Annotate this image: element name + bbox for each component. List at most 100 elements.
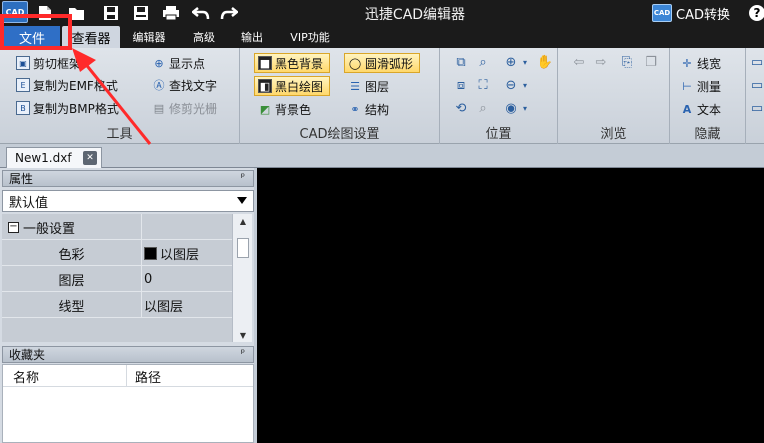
bw-drawing-toggle[interactable]: ◧ 黑白绘图 [254, 76, 331, 96]
column-path[interactable]: 路径 [129, 365, 249, 387]
drawing-canvas[interactable] [257, 168, 764, 443]
property-value[interactable]: 以图层 [142, 240, 232, 266]
property-value-text: 以图层 [160, 247, 200, 263]
scroll-down-icon[interactable]: ▼ [233, 328, 253, 342]
emf-icon: E [16, 78, 30, 92]
trim-raster-button[interactable]: ▤ 修剪光栅 [152, 98, 217, 118]
black-background-icon: ■ [258, 56, 272, 70]
black-background-toggle[interactable]: ■ 黑色背景 [254, 53, 331, 73]
scroll-thumb[interactable] [237, 238, 249, 258]
layers-button[interactable]: ☰ 图层 [348, 76, 389, 96]
property-row-color[interactable]: 色彩 以图层 [2, 240, 232, 266]
ribbon-group-hide: ✛ 线宽 ⊢ 测量 A 文本 隐藏 [670, 48, 746, 144]
property-section-row[interactable]: − 一般设置 [2, 214, 232, 240]
help-button[interactable]: ? [749, 5, 764, 21]
save-as-icon[interactable] [130, 2, 152, 24]
text-button[interactable]: A 文本 [680, 99, 721, 119]
overflow-icon-2[interactable]: ▭ [748, 76, 764, 94]
favorites-title: 收藏夹 [9, 348, 46, 362]
favorites-list[interactable]: 名称 路径 [2, 364, 254, 443]
background-color-label: 背景色 [275, 102, 312, 117]
black-background-label: 黑色背景 [275, 56, 324, 71]
property-value[interactable]: 以图层 [142, 292, 232, 318]
group-label-position: 位置 [485, 127, 512, 142]
property-label: 图层 [2, 266, 142, 292]
zoom-out-dropdown-icon[interactable]: ▾ [516, 76, 534, 94]
property-section-cell: − 一般设置 [2, 214, 142, 240]
undo-icon[interactable] [190, 2, 212, 24]
properties-dropdown[interactable]: 默认值 [2, 190, 254, 212]
structure-button[interactable]: ⚭ 结构 [348, 99, 389, 119]
property-value[interactable]: 0 [142, 266, 232, 292]
find-text-button[interactable]: Ⓐ 查找文字 [152, 75, 218, 95]
zoom-extents-icon[interactable]: ⛶ [474, 76, 492, 94]
measure-icon: ⊢ [682, 79, 692, 93]
find-text-icon: Ⓐ [153, 79, 165, 92]
show-point-button[interactable]: ⊕ 显示点 [152, 53, 205, 73]
overflow-icon-1[interactable]: ▭ [748, 53, 764, 71]
property-row-layer[interactable]: 图层 0 [2, 266, 232, 292]
crosshair-icon: ⊕ [154, 56, 164, 70]
pan-window-icon[interactable]: ⧉ [452, 53, 470, 71]
rotate-icon[interactable]: ⟲ [452, 99, 470, 117]
smooth-arc-toggle[interactable]: ◯ 圆滑弧形 [344, 53, 421, 73]
zoom-previous-icon[interactable]: ⌕ [474, 99, 492, 117]
overflow-icon-3[interactable]: ▭ [748, 99, 764, 117]
print-icon[interactable] [160, 2, 182, 24]
zoom-window-icon[interactable]: ⌕ [474, 53, 492, 71]
find-text-label: 查找文字 [169, 78, 218, 93]
redo-icon[interactable] [218, 2, 240, 24]
tab-output[interactable]: 输出 [232, 26, 272, 48]
pin-icon[interactable]: ᵖ [241, 172, 245, 183]
copy-bmp-label: 复制为BMP格式 [33, 101, 119, 116]
document-tab[interactable]: New1.dxf ✕ [6, 147, 102, 168]
app-window: CAD 迅捷CAD编辑器 CAD CAD转换 ? 文件 查看器 编辑器 高级 输… [0, 0, 764, 443]
cad-badge-icon: CAD [652, 4, 672, 22]
tab-vip[interactable]: VIP功能 [280, 26, 340, 48]
measure-button[interactable]: ⊢ 测量 [680, 76, 721, 96]
fit-icon[interactable]: ⧈ [452, 76, 470, 94]
property-grid: − 一般设置 色彩 以图层 图层 0 线型 以图层 [2, 214, 232, 342]
window-title: 迅捷CAD编辑器 [364, 7, 466, 23]
save-icon[interactable] [100, 2, 122, 24]
properties-header: 属性 ᵖ [2, 170, 254, 187]
text-label: 文本 [697, 102, 722, 117]
cad-convert-button[interactable]: CAD CAD转换 [652, 3, 730, 23]
palette-icon: ◩ [259, 102, 271, 116]
close-icon[interactable]: ✕ [83, 151, 97, 165]
zoom-in-dropdown-icon[interactable]: ▾ [516, 53, 534, 71]
property-scrollbar[interactable]: ▲ ▼ [232, 214, 252, 342]
clip-frame-button[interactable]: ▣ 剪切框架 [16, 53, 81, 73]
column-name[interactable]: 名称 [7, 365, 127, 387]
layers-icon: ☰ [350, 79, 360, 93]
ribbon-group-position: ⧉ ⌕ ⊕ ▾ ✋ ⧈ ⛶ ⊖ ▾ ⟲ ⌕ ◉ ▾ 位置 [440, 48, 558, 144]
properties-dropdown-value: 默认值 [9, 195, 49, 211]
property-row-linetype[interactable]: 线型 以图层 [2, 292, 232, 318]
background-color-button[interactable]: ◩ 背景色 [258, 99, 311, 119]
copy-bmp-button[interactable]: B 复制为BMP格式 [16, 98, 119, 118]
tab-editor[interactable]: 编辑器 [124, 26, 174, 48]
title-bar: CAD 迅捷CAD编辑器 CAD CAD转换 ? [0, 0, 764, 26]
property-section-label: 一般设置 [23, 221, 76, 237]
pin-icon[interactable]: ᵖ [241, 348, 245, 359]
property-label: 线型 [2, 292, 142, 318]
scroll-up-icon[interactable]: ▲ [233, 214, 253, 228]
hand-pan-icon[interactable]: ✋ [536, 53, 554, 71]
group-label-browse: 浏览 [600, 127, 627, 142]
copy-page-icon[interactable]: ❐ [642, 53, 660, 71]
collapse-icon[interactable]: − [8, 221, 19, 233]
export-page-icon[interactable]: ⎘ [618, 53, 636, 71]
favorites-column-headers: 名称 路径 [3, 365, 253, 387]
arrow-left-icon[interactable]: ⇦ [570, 53, 588, 71]
measure-label: 测量 [697, 79, 722, 94]
arrow-right-icon[interactable]: ⇨ [592, 53, 610, 71]
tab-advanced[interactable]: 高级 [182, 26, 226, 48]
smooth-arc-icon: ◯ [348, 56, 362, 70]
orbit-dropdown-icon[interactable]: ▾ [516, 99, 534, 117]
cad-convert-label: CAD转换 [676, 7, 730, 23]
copy-emf-label: 复制为EMF格式 [33, 78, 118, 93]
smooth-arc-label: 圆滑弧形 [365, 56, 414, 71]
copy-emf-button[interactable]: E 复制为EMF格式 [16, 75, 118, 95]
line-width-button[interactable]: ✛ 线宽 [680, 53, 721, 73]
document-tab-strip: New1.dxf ✕ [0, 144, 764, 168]
